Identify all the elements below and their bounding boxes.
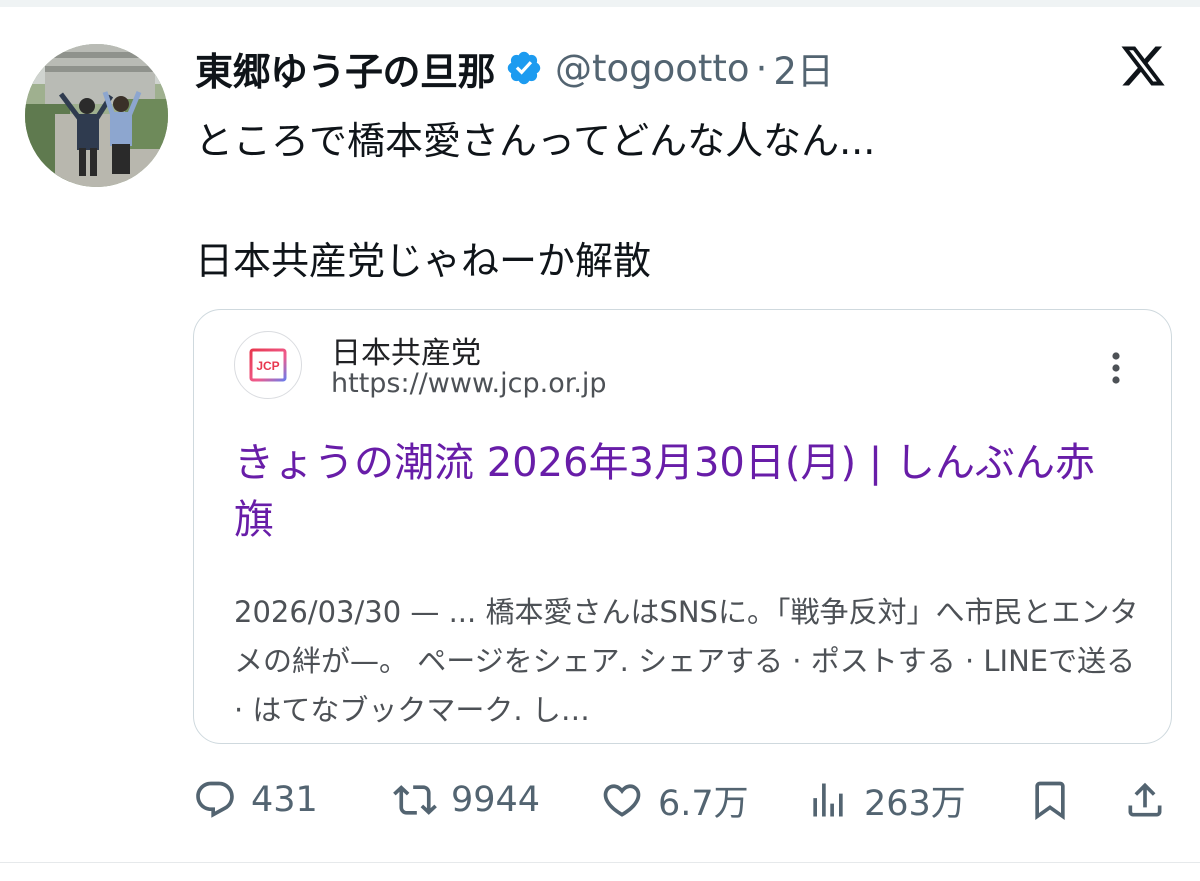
like-button[interactable]: 6.7万 (600, 770, 749, 830)
result-snippet: 2026/03/30 — ... 橋本愛さんはSNSに。「戦争反対」へ市民とエン… (234, 595, 1139, 727)
site-name: 日本共産党 (331, 336, 481, 371)
reply-count: 431 (251, 780, 318, 820)
action-bar: 431 9944 6.7万 263万 (0, 770, 1200, 830)
views-icon (806, 778, 850, 822)
post-text-line-2: 日本共産党じゃねーか解散 (195, 239, 652, 283)
separator-dot: · (755, 46, 768, 90)
display-name[interactable]: 東郷ゆう子の旦那 (195, 41, 496, 96)
post-header: 東郷ゆう子の旦那 @togootto · 2日 (195, 40, 834, 96)
post-text-line-1: ところで橋本愛さんってどんな人なん... (195, 119, 876, 163)
top-divider (0, 0, 1200, 7)
repost-button[interactable]: 9944 (393, 770, 540, 830)
more-vertical-icon[interactable] (1105, 350, 1127, 386)
reply-icon (193, 778, 237, 822)
share-button[interactable] (1123, 770, 1181, 830)
bookmark-button[interactable] (1028, 770, 1086, 830)
jcp-favicon: JCP (234, 331, 302, 399)
repost-count: 9944 (451, 780, 541, 820)
like-count: 6.7万 (658, 783, 749, 824)
x-logo-icon[interactable] (1118, 42, 1168, 90)
verified-badge-icon (505, 49, 543, 87)
avatar-photo (25, 44, 168, 187)
views-button[interactable]: 263万 (806, 770, 966, 830)
user-handle[interactable]: @togootto (555, 47, 750, 90)
share-icon (1123, 778, 1167, 822)
avatar[interactable] (25, 44, 168, 187)
repost-icon (393, 778, 437, 822)
post-time[interactable]: 2日 (773, 41, 834, 95)
favicon-label: JCP (256, 359, 279, 373)
views-count: 263万 (864, 783, 966, 824)
link-card[interactable]: JCP 日本共産党 https://www.jcp.or.jp きょうの潮流 2… (193, 309, 1172, 744)
result-title-link[interactable]: きょうの潮流 2026年3月30日(月) | しんぶん赤旗 (234, 435, 1134, 549)
site-url[interactable]: https://www.jcp.or.jp (331, 368, 607, 399)
bottom-divider (0, 862, 1200, 863)
bookmark-icon (1028, 778, 1072, 822)
heart-icon (600, 778, 644, 822)
reply-button[interactable]: 431 (193, 770, 318, 830)
